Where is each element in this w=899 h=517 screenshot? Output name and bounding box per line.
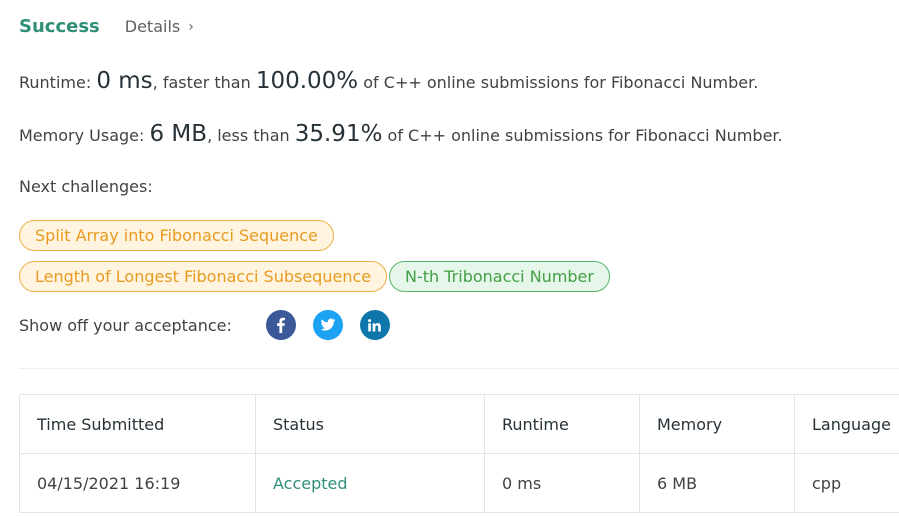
chevron-right-icon: › xyxy=(188,18,194,35)
share-label: Show off your acceptance: xyxy=(19,315,232,335)
facebook-icon[interactable] xyxy=(265,310,296,340)
memory-percent: 35.91% xyxy=(294,121,383,147)
runtime-suffix: of C++ online submissions for Fibonacci … xyxy=(358,73,759,92)
linkedin-icon[interactable] xyxy=(359,310,390,340)
runtime-label: Runtime: xyxy=(19,73,97,92)
cell-memory: 6 MB xyxy=(639,453,795,513)
memory-middle: , less than xyxy=(207,126,295,145)
details-link[interactable]: Details › xyxy=(125,17,194,36)
share-row: Show off your acceptance: xyxy=(19,310,407,340)
column-header-language[interactable]: Language xyxy=(794,394,899,454)
runtime-middle: , faster than xyxy=(152,73,256,92)
column-header-status[interactable]: Status xyxy=(255,394,485,454)
memory-stat: Memory Usage: 6 MB, less than 35.91% of … xyxy=(19,121,783,147)
details-label: Details xyxy=(124,17,181,36)
table-row[interactable]: 04/15/2021 16:19 Accepted 0 ms 6 MB cpp xyxy=(19,453,899,513)
challenge-chip-split-array[interactable]: Split Array into Fibonacci Sequence xyxy=(19,220,334,251)
memory-label: Memory Usage: xyxy=(19,126,150,145)
cell-runtime: 0 ms xyxy=(484,453,640,513)
cell-language: cpp xyxy=(794,453,899,513)
column-header-memory[interactable]: Memory xyxy=(639,394,795,454)
runtime-stat: Runtime: 0 ms, faster than 100.00% of C+… xyxy=(19,68,758,94)
memory-value: 6 MB xyxy=(149,121,208,147)
cell-status-accepted[interactable]: Accepted xyxy=(255,453,485,513)
column-header-runtime[interactable]: Runtime xyxy=(484,394,640,454)
next-challenges-label: Next challenges: xyxy=(19,177,153,196)
success-status: Success xyxy=(19,16,100,37)
submission-result-panel: Success Details › Runtime: 0 ms, faster … xyxy=(0,0,899,517)
result-header: Success Details › xyxy=(19,16,194,37)
column-header-time-submitted[interactable]: Time Submitted xyxy=(19,394,256,454)
memory-suffix: of C++ online submissions for Fibonacci … xyxy=(382,126,783,145)
twitter-icon[interactable] xyxy=(312,310,343,340)
challenge-chip-tribonacci[interactable]: N-th Tribonacci Number xyxy=(389,261,610,292)
table-header-row: Time Submitted Status Runtime Memory Lan… xyxy=(19,394,899,454)
challenge-chip-longest-fibonacci[interactable]: Length of Longest Fibonacci Subsequence xyxy=(19,261,388,292)
runtime-value: 0 ms xyxy=(96,68,153,94)
cell-time-submitted: 04/15/2021 16:19 xyxy=(19,453,256,513)
runtime-percent: 100.00% xyxy=(255,68,359,94)
section-divider xyxy=(19,368,899,369)
submissions-table: Time Submitted Status Runtime Memory Lan… xyxy=(19,394,899,513)
